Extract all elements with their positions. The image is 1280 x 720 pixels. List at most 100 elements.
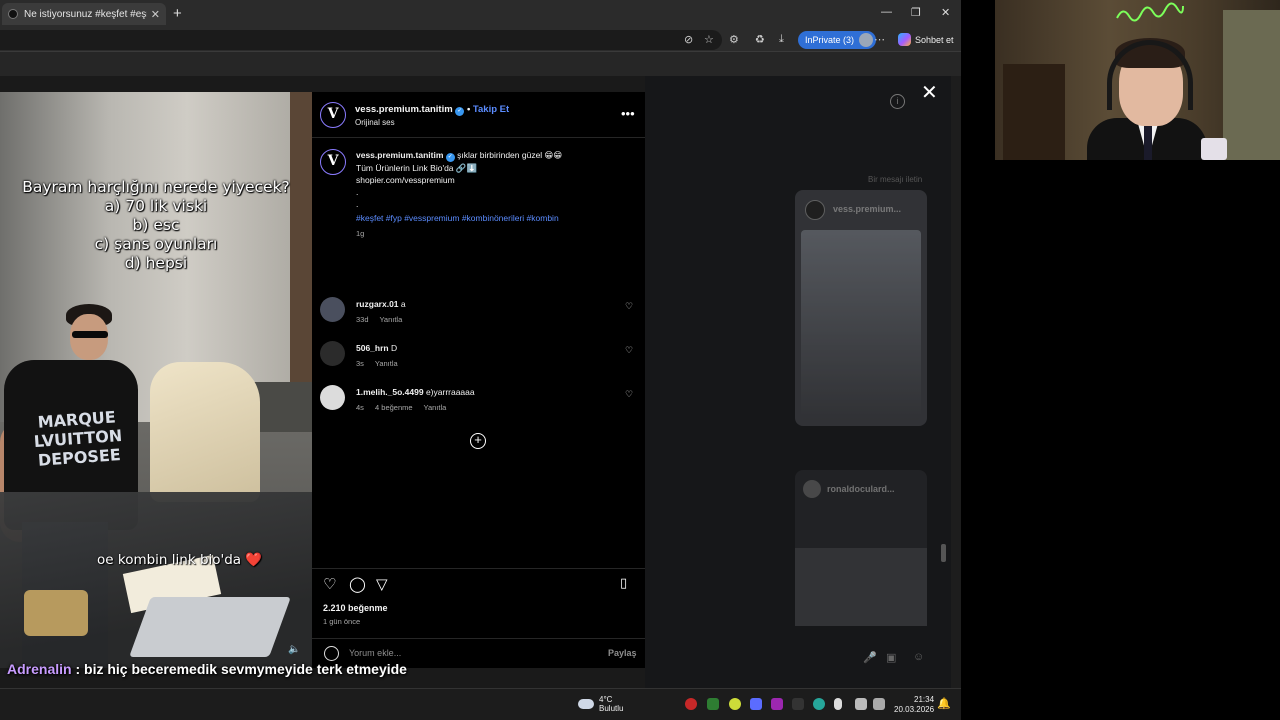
tray-app-icon[interactable] <box>729 698 741 710</box>
emoji-icon[interactable] <box>324 646 339 661</box>
comment-time: 3s <box>356 359 364 368</box>
tray-app-icon[interactable] <box>792 698 804 710</box>
video-caption: oe kombin link bio'da ❤️ <box>97 552 263 568</box>
comment-item: 1.melih._5o.4499 e)yarrraaaaa 4s 4 beğen… <box>320 385 640 425</box>
caption-username[interactable]: vess.premium.tanitim <box>356 150 443 160</box>
overlay-line: b) esc <box>132 216 180 234</box>
post-comment-button[interactable]: Paylaş <box>608 648 637 658</box>
comment-username[interactable]: 506_hrn <box>356 343 389 353</box>
window-close-icon[interactable]: ✕ <box>941 6 950 19</box>
tiktok-icon <box>8 9 18 19</box>
weather-text: 4°C Bulutlu <box>599 695 623 713</box>
verified-icon: ✓ <box>445 153 455 162</box>
info-icon[interactable]: i <box>890 94 905 109</box>
reply-button[interactable]: Yanıtla <box>375 359 398 368</box>
caption-dot: . <box>356 187 359 197</box>
comment-likes[interactable]: 4 beğenme <box>375 403 413 412</box>
overlay-line: d) hepsi <box>124 254 188 272</box>
copilot-chat-button[interactable]: Sohbet et <box>898 33 954 46</box>
page-scrollbar[interactable] <box>951 76 961 688</box>
caption-hashtags[interactable]: #keşfet #fyp #vesspremium #kombinönerile… <box>356 212 636 224</box>
comment-like-heart-icon[interactable]: ♡ <box>625 389 633 400</box>
weather-desc: Bulutlu <box>599 704 624 713</box>
comment-username[interactable]: ruzgarx.01 <box>356 299 399 309</box>
tray-app-icon[interactable] <box>685 698 697 710</box>
background-message-card: vess.premium... <box>795 190 927 426</box>
bookmark-icon[interactable]: ▯ <box>620 575 627 591</box>
webcam-cabinet <box>1003 64 1065 160</box>
video-chair <box>150 362 260 502</box>
volume-icon[interactable]: 🔈 <box>288 644 300 655</box>
reel-video[interactable]: MARQUE LVUITTON DEPOSEE Bayram harçlığın… <box>0 92 312 668</box>
caption-link[interactable]: shopier.com/vesspremium <box>356 174 636 186</box>
audio-label[interactable]: Orijinal ses <box>355 118 395 127</box>
minimize-icon[interactable]: — <box>881 6 892 18</box>
load-more-comments-icon[interactable]: + <box>470 433 486 449</box>
background-dm-input: 🎤 ▣ ☺ <box>645 642 941 672</box>
inprivate-badge[interactable]: InPrivate (3) <box>798 31 877 49</box>
weather-widget[interactable]: 4°C Bulutlu <box>578 695 623 713</box>
volume-icon[interactable] <box>873 698 885 710</box>
comment-text: ruzgarx.01 a <box>356 299 406 309</box>
comment-input[interactable] <box>349 644 589 662</box>
tracking-icon[interactable]: ⊘ <box>684 33 693 46</box>
close-icon[interactable]: ✕ <box>921 83 938 103</box>
commenter-avatar[interactable] <box>320 341 345 366</box>
author-avatar[interactable]: V <box>320 102 346 128</box>
download-icon[interactable]: ⤓ <box>779 33 784 46</box>
tray-app-icon[interactable] <box>707 698 719 710</box>
background-message-card-2: ronaldoculard... <box>795 470 927 626</box>
browser-window: Ne istiyorsunuz #keşfet #eşreftek ✕ + — … <box>0 0 961 688</box>
comment-username[interactable]: 1.melih._5o.4499 <box>356 387 424 397</box>
caption-dot: . <box>356 199 359 209</box>
reply-button[interactable]: Yanıtla <box>379 315 402 324</box>
profile-avatar <box>859 33 874 47</box>
stream-chat-message: Adrenalin : biz hiç beceremedik sevmymey… <box>7 661 407 677</box>
caption-text: şıklar birbirinden güzel 😁😁 <box>457 150 563 160</box>
new-tab-button[interactable]: + <box>173 5 182 22</box>
tab-active[interactable]: Ne istiyorsunuz #keşfet #eşreftek ✕ <box>2 3 166 25</box>
follow-button[interactable]: Takip Et <box>473 104 509 115</box>
more-options-icon[interactable]: ⋯ <box>874 33 885 46</box>
likes-count[interactable]: 2.210 beğenme <box>323 603 388 613</box>
comment-time: 33d <box>356 315 369 324</box>
comment-time: 4s <box>356 403 364 412</box>
author-username[interactable]: vess.premium.tanitim <box>355 104 453 115</box>
copilot-icon <box>898 33 911 46</box>
ghost-thumbnail <box>801 230 921 420</box>
tray-app-icon[interactable] <box>750 698 762 710</box>
tray-app-icon[interactable] <box>771 698 783 710</box>
comment-meta: 4s 4 beğenme Yanıtla <box>356 403 455 412</box>
tab-close-icon[interactable]: ✕ <box>151 8 160 21</box>
commenter-avatar[interactable] <box>320 297 345 322</box>
address-bar[interactable] <box>0 30 722 50</box>
system-clock[interactable]: 21:34 20.03.2026 <box>894 695 934 715</box>
caption-time: 1g <box>356 229 365 238</box>
neon-sign <box>1116 2 1184 22</box>
maximize-icon[interactable]: ❐ <box>911 6 921 19</box>
tab-title: Ne istiyorsunuz #keşfet #eşreftek <box>24 8 147 20</box>
overlay-line: c) şans oyunları <box>94 235 218 253</box>
favorite-star-icon[interactable]: ☆ <box>704 33 714 46</box>
verified-icon: ✓ <box>455 107 465 116</box>
video-person-glasses <box>72 331 108 338</box>
inner-scroll-thumb[interactable] <box>941 544 946 562</box>
tray-app-icon[interactable] <box>813 698 825 710</box>
caption-avatar[interactable]: V <box>320 149 346 175</box>
comment-like-heart-icon[interactable]: ♡ <box>625 301 633 312</box>
reply-button[interactable]: Yanıtla <box>424 403 447 412</box>
like-heart-icon[interactable]: ♡ <box>323 575 336 593</box>
more-options-icon[interactable]: ••• <box>621 106 635 121</box>
network-icon[interactable] <box>855 698 867 710</box>
notification-bell-icon[interactable]: 🔔 <box>937 697 951 710</box>
microphone-icon[interactable] <box>834 698 842 710</box>
comment-bubble-icon[interactable]: ◯ <box>349 575 366 593</box>
extensions-icon[interactable]: ⚙ <box>729 33 739 46</box>
post-caption: vess.premium.tanitim ✓ şıklar birbirinde… <box>356 149 636 240</box>
ghost-avatar-2 <box>803 480 821 498</box>
share-send-icon[interactable]: ▽ <box>376 575 388 593</box>
comment-like-heart-icon[interactable]: ♡ <box>625 345 633 356</box>
commenter-avatar[interactable] <box>320 385 345 410</box>
ghost-username: vess.premium... <box>833 204 902 214</box>
collections-icon[interactable]: ♻ <box>755 33 765 46</box>
